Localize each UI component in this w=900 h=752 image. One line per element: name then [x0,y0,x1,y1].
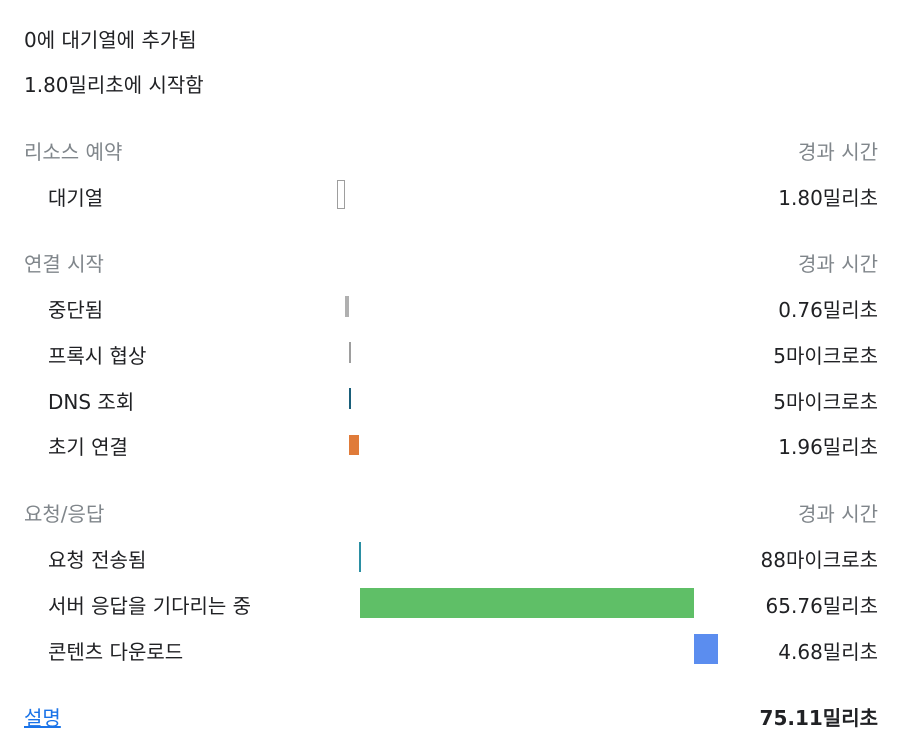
section-duration-header: 경과 시간 [798,502,878,526]
section-title-connection-start: 연결 시작 [24,252,104,276]
timing-bar-waiting-server-response [360,588,694,618]
timing-bar-content-download [694,634,718,664]
section-duration-header: 경과 시간 [798,140,878,164]
row-value-initial-connection: 1.96밀리초 [778,435,878,459]
row-label-stalled: 중단됨 [48,298,104,322]
row-label-content-download: 콘텐츠 다운로드 [48,640,184,664]
row-label-queueing: 대기열 [48,186,104,210]
timing-panel: 0에 대기열에 추가됨 1.80밀리초에 시작함 리소스 예약 경과 시간 대기… [0,0,900,752]
row-value-stalled: 0.76밀리초 [778,298,878,322]
section-title-request-response: 요청/응답 [24,502,105,526]
timing-bar-queueing [337,180,345,209]
row-value-dns-lookup: 5마이크로초 [773,390,878,414]
row-value-proxy-negotiation: 5마이크로초 [773,344,878,368]
section-title-resource-scheduling: 리소스 예약 [24,140,123,164]
row-label-request-sent: 요청 전송됨 [48,548,147,572]
row-value-content-download: 4.68밀리초 [778,640,878,664]
queued-at-text: 0에 대기열에 추가됨 [24,28,197,52]
row-value-request-sent: 88마이크로초 [760,548,878,572]
timing-bar-initial-connection [349,435,359,455]
started-at-text: 1.80밀리초에 시작함 [24,73,204,97]
row-value-waiting-server-response: 65.76밀리초 [765,594,878,618]
row-value-queueing: 1.80밀리초 [778,186,878,210]
row-label-dns-lookup: DNS 조회 [48,390,135,414]
timing-bar-request-sent [359,542,361,572]
row-label-waiting-server-response: 서버 응답을 기다리는 중 [48,594,252,618]
explanation-link[interactable]: 설명 [24,702,61,731]
row-label-initial-connection: 초기 연결 [48,435,128,459]
row-label-proxy-negotiation: 프록시 협상 [48,344,147,368]
section-duration-header: 경과 시간 [798,252,878,276]
timing-bar-proxy-negotiation [349,342,351,363]
timing-bar-dns-lookup [349,388,351,409]
total-duration: 75.11밀리초 [759,706,878,730]
timing-bar-stalled [345,296,349,317]
